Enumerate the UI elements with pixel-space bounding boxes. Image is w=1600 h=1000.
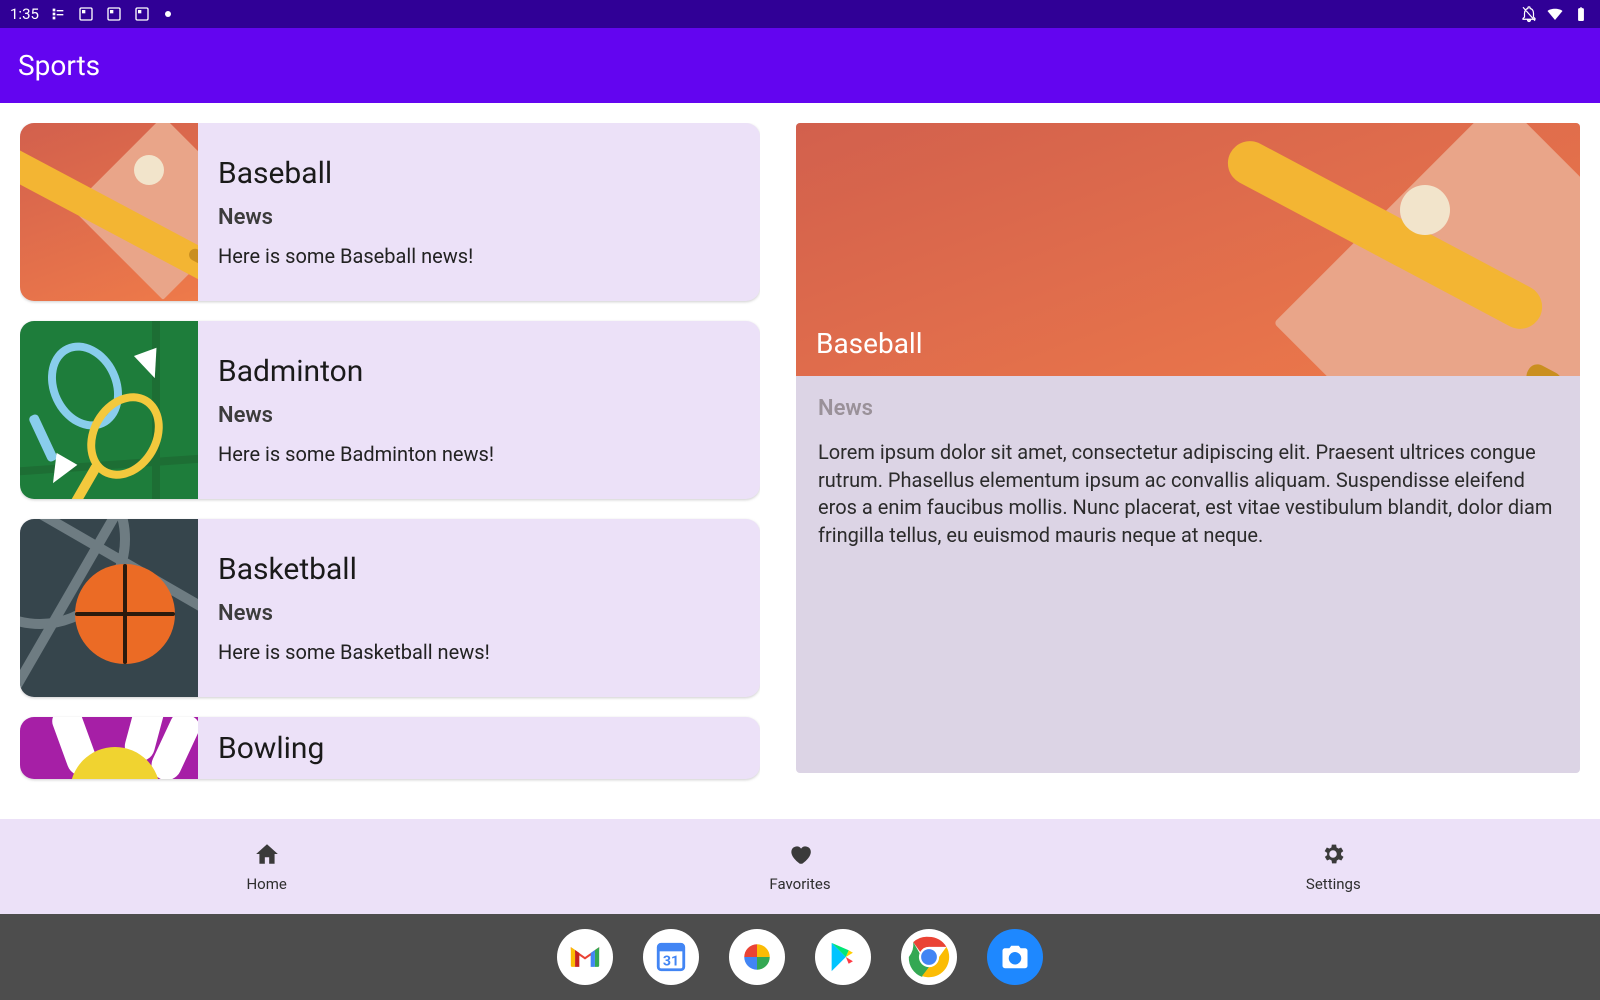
sport-snippet: Here is some Baseball news! xyxy=(218,244,473,268)
sport-title: Bowling xyxy=(218,731,324,766)
sport-subtitle: News xyxy=(218,601,490,626)
wifi-icon xyxy=(1546,5,1564,23)
sport-snippet: Here is some Basketball news! xyxy=(218,640,490,664)
status-notification-icon xyxy=(133,5,151,23)
app-title: Sports xyxy=(18,49,100,82)
dock-playstore[interactable] xyxy=(815,929,871,985)
dock-gmail[interactable] xyxy=(557,929,613,985)
sport-thumb-basketball xyxy=(20,519,198,697)
home-icon xyxy=(254,841,280,867)
detail-hero-image: Baseball xyxy=(796,123,1580,376)
bottom-navigation: Home Favorites Settings xyxy=(0,819,1600,914)
sport-thumb-badminton xyxy=(20,321,198,499)
dock-photos[interactable] xyxy=(729,929,785,985)
sport-snippet: Here is some Badminton news! xyxy=(218,442,494,466)
status-notification-icon xyxy=(49,5,67,23)
dock-calendar[interactable]: 31 xyxy=(643,929,699,985)
dnd-icon xyxy=(1520,5,1538,23)
status-time: 1:35 xyxy=(10,5,39,23)
sport-subtitle: News xyxy=(218,403,494,428)
gear-icon xyxy=(1320,841,1346,867)
status-overflow-dot xyxy=(165,11,171,17)
nav-label: Favorites xyxy=(769,875,830,893)
svg-text:31: 31 xyxy=(663,954,679,970)
battery-icon xyxy=(1572,5,1590,23)
sport-title: Baseball xyxy=(218,156,473,191)
detail-title: Baseball xyxy=(816,327,923,360)
dock-chrome[interactable] xyxy=(901,929,957,985)
detail-body-text: Lorem ipsum dolor sit amet, consectetur … xyxy=(818,439,1558,549)
sports-list[interactable]: Baseball News Here is some Baseball news… xyxy=(20,123,760,799)
main-content: Baseball News Here is some Baseball news… xyxy=(0,103,1600,819)
nav-label: Settings xyxy=(1306,875,1361,893)
sport-card-badminton[interactable]: Badminton News Here is some Badminton ne… xyxy=(20,321,760,499)
sport-card-basketball[interactable]: Basketball News Here is some Basketball … xyxy=(20,519,760,697)
sport-subtitle: News xyxy=(218,205,473,230)
dock-camera[interactable] xyxy=(987,929,1043,985)
sport-card-bowling[interactable]: Bowling xyxy=(20,717,760,779)
nav-home[interactable]: Home xyxy=(0,819,533,914)
heart-icon xyxy=(787,841,813,867)
detail-subtitle: News xyxy=(818,396,1558,421)
sport-card-baseball[interactable]: Baseball News Here is some Baseball news… xyxy=(20,123,760,301)
sport-thumb-bowling xyxy=(20,717,198,779)
detail-pane: Baseball News Lorem ipsum dolor sit amet… xyxy=(796,123,1580,799)
status-notification-icon xyxy=(105,5,123,23)
nav-label: Home xyxy=(246,875,286,893)
sport-detail-card: Baseball News Lorem ipsum dolor sit amet… xyxy=(796,123,1580,773)
system-nav-dock: 31 xyxy=(0,914,1600,1000)
android-status-bar: 1:35 xyxy=(0,0,1600,28)
nav-favorites[interactable]: Favorites xyxy=(533,819,1066,914)
sport-title: Badminton xyxy=(218,354,494,389)
status-notification-icon xyxy=(77,5,95,23)
sport-thumb-baseball xyxy=(20,123,198,301)
sport-title: Basketball xyxy=(218,552,490,587)
nav-settings[interactable]: Settings xyxy=(1067,819,1600,914)
app-bar: Sports xyxy=(0,28,1600,103)
